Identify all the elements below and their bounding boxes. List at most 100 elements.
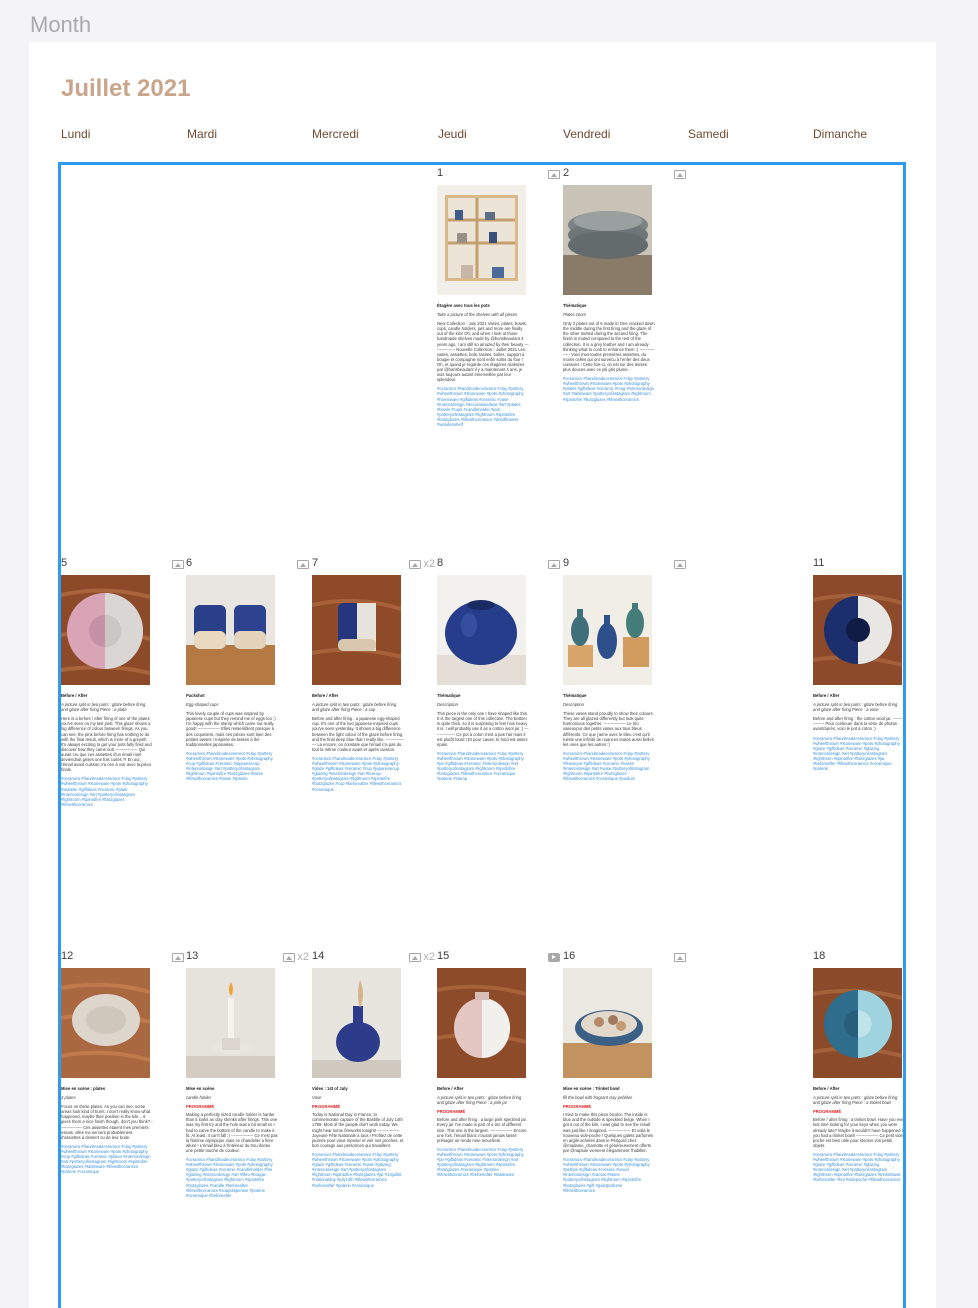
post-title: Before / After	[813, 1086, 840, 1091]
post-preview[interactable]: Before / After A picture split in two par…	[312, 693, 404, 792]
post-thumbnail[interactable]	[186, 968, 275, 1078]
media-type-indicator	[172, 951, 184, 963]
post-thumbnail[interactable]	[186, 575, 275, 685]
post-subtitle: Plates zoom	[563, 312, 587, 318]
calendar-day-cell[interactable]: 2 Thématique Plates zoom Only 3 plates out …	[563, 167, 688, 547]
day-number: 6	[186, 557, 193, 569]
post-preview[interactable]: Before / After A picture split in two par…	[813, 693, 903, 772]
post-thumbnail[interactable]	[437, 968, 526, 1078]
calendar-day-cell[interactable]: 5 Before / After A picture split in two pa…	[61, 557, 186, 937]
image-icon	[409, 559, 422, 569]
post-hashtags: #ceramics #handmadeceramics #clay #potte…	[186, 750, 273, 782]
post-thumbnail[interactable]	[437, 185, 526, 295]
post-hashtags: #ceramics #handmadeceramics #clay #potte…	[437, 1146, 524, 1178]
media-type-indicator	[297, 558, 309, 570]
post-subtitle: fill the bowl with fragrant clay pebbles	[563, 1095, 633, 1101]
day-number: 2	[563, 167, 570, 179]
media-type-indicator	[548, 168, 560, 180]
post-preview[interactable]: Before / After A picture split in two par…	[61, 693, 153, 807]
post-caption: Before and after firing : a japanese egg…	[312, 716, 404, 752]
image-icon	[548, 559, 560, 569]
image-icon	[172, 559, 184, 569]
calendar-day-cell[interactable]: 14 x2 Video : 14t of July Vase PROGRAMMÉ Toda…	[312, 950, 437, 1308]
calendar-day-cell[interactable]: 9 Thématique Description These vases stand …	[563, 557, 688, 937]
post-preview[interactable]: Before / After A picture split in two par…	[437, 1086, 529, 1177]
post-caption: Today is National Day in France, to comm…	[312, 1112, 404, 1148]
post-status-badge: PROGRAMMÉ	[813, 1109, 842, 1115]
calendar-day-cell[interactable]: 7 x2 Before / After A picture split in two …	[312, 557, 437, 937]
calendar-day-cell[interactable]: 12 Mise en scène : plates 3 plates Focus on…	[61, 950, 186, 1308]
media-count: x2	[423, 558, 435, 570]
media-type-indicator	[674, 558, 686, 570]
post-preview[interactable]: Thématique Plates zoom Only 3 plates out o…	[563, 303, 655, 402]
day-number: 7	[312, 557, 319, 569]
post-preview[interactable]: Packshot Egg-shaped cups This lovely coupl…	[186, 693, 278, 781]
post-caption: Only 3 plates out of 5 made it! One crac…	[563, 321, 655, 373]
video-icon	[548, 952, 560, 962]
calendar-day-cell[interactable]: 6 Packshot Egg-shaped cups This lovely coup…	[186, 557, 311, 937]
weekday-tuesday: Mardi	[187, 127, 218, 141]
post-thumbnail[interactable]	[563, 968, 652, 1078]
post-hashtags: #ceramics #handmadeceramics #clay #potte…	[813, 735, 900, 772]
post-caption: Before / after firing : a trinket bowl. …	[813, 1117, 905, 1148]
month-title: Juillet 2021	[61, 75, 191, 102]
day-number: 1	[437, 167, 444, 179]
post-subtitle: candle holder	[186, 1095, 212, 1101]
post-preview[interactable]: Video : 14t of July Vase PROGRAMMÉ Today is…	[312, 1086, 404, 1188]
weekday-wednesday: Mercredi	[312, 127, 359, 141]
post-thumbnail[interactable]	[312, 575, 401, 685]
post-title: Before / After	[813, 693, 840, 698]
calendar-day-cell[interactable]: 18x2Before / AfterA picture split in two…	[813, 950, 905, 1308]
weekday-sunday: Dimanche	[813, 127, 868, 141]
calendar-panel: Juillet 2021 Lundi Mardi Mercredi Jeudi …	[29, 42, 936, 1308]
post-caption: I tried to make this piece bicolor. The …	[563, 1112, 654, 1153]
post-thumbnail[interactable]	[437, 575, 526, 685]
post-preview[interactable]: Before / After A picture split in two par…	[813, 1086, 905, 1183]
day-number: 18	[813, 950, 826, 962]
media-type-indicator	[548, 558, 560, 570]
day-number: 11	[813, 557, 825, 569]
post-subtitle: Egg-shaped cups	[186, 702, 219, 708]
post-thumbnail[interactable]	[61, 968, 150, 1078]
post-thumbnail[interactable]	[813, 575, 902, 685]
day-number: 5	[61, 557, 68, 569]
post-title: Mise en scène	[186, 1086, 215, 1091]
calendar-day-cell[interactable]: 16 Mise en scène : Trinket bowl fill the b…	[563, 950, 688, 1308]
image-icon	[674, 169, 686, 179]
post-hashtags: #ceramics #handmadeceramics #clay #potte…	[61, 776, 148, 807]
post-hashtags: #ceramics #handmadeceramics #clay #potte…	[186, 1157, 273, 1198]
post-caption: New Collection - July 2021 Vases, plates…	[437, 321, 529, 383]
post-caption: This lovely couple of cups was inspired …	[186, 711, 276, 747]
post-hashtags: #ceramics #handmadeceramics #clay #potte…	[813, 1151, 901, 1183]
media-type-indicator	[674, 168, 686, 180]
calendar-day-cell[interactable]: 13 x2 Mise en scène candle holder PROGRAMMÉ M…	[186, 950, 311, 1308]
day-number: 12	[61, 950, 74, 962]
post-preview[interactable]: Thématique Description This piece is the o…	[437, 693, 529, 781]
calendar-grid: 1 Étagère avec tous les pots Take a pictur…	[58, 162, 906, 1308]
post-subtitle: Description	[563, 702, 584, 708]
post-hashtags: #ceramics #handmadeceramics #clay #potte…	[563, 1157, 650, 1193]
post-thumbnail[interactable]	[563, 575, 652, 685]
post-hashtags: #ceramics #handmadeceramics #clay #potte…	[312, 1151, 402, 1188]
post-thumbnail[interactable]	[312, 968, 401, 1078]
weekday-header: Lundi Mardi Mercredi Jeudi Vendredi Same…	[61, 127, 921, 147]
post-title: Étagère avec tous les pots	[437, 303, 490, 308]
calendar-day-cell[interactable]: 11x2Before / AfterA picture split in two…	[813, 557, 903, 937]
post-preview[interactable]: Mise en scène : Trinket bowl fill the bow…	[563, 1086, 655, 1193]
post-thumbnail[interactable]	[61, 575, 150, 685]
day-number: 9	[563, 557, 570, 569]
post-preview[interactable]: Thématique Description These vases stand p…	[563, 693, 655, 781]
post-preview[interactable]: Mise en scène candle holder PROGRAMMÉ Makin…	[186, 1086, 278, 1198]
image-icon	[674, 952, 686, 962]
image-icon	[409, 952, 422, 962]
calendar-day-cell[interactable]: 1 Étagère avec tous les pots Take a pictur…	[437, 167, 562, 547]
post-status-badge: PROGRAMMÉ	[437, 1109, 466, 1115]
post-caption: Making a perfectly sized candle holder i…	[186, 1112, 278, 1153]
calendar-day-cell[interactable]: 8 Thématique Description This piece is the …	[437, 557, 562, 937]
post-preview[interactable]: Étagère avec tous les pots Take a picture…	[437, 303, 529, 427]
view-mode-label[interactable]: Month	[30, 12, 91, 38]
calendar-day-cell[interactable]: 15 Before / After A picture split in two p…	[437, 950, 562, 1308]
post-preview[interactable]: Mise en scène : plates 3 plates Focus on t…	[61, 1086, 153, 1174]
post-thumbnail[interactable]	[813, 968, 902, 1078]
post-thumbnail[interactable]	[563, 185, 652, 295]
